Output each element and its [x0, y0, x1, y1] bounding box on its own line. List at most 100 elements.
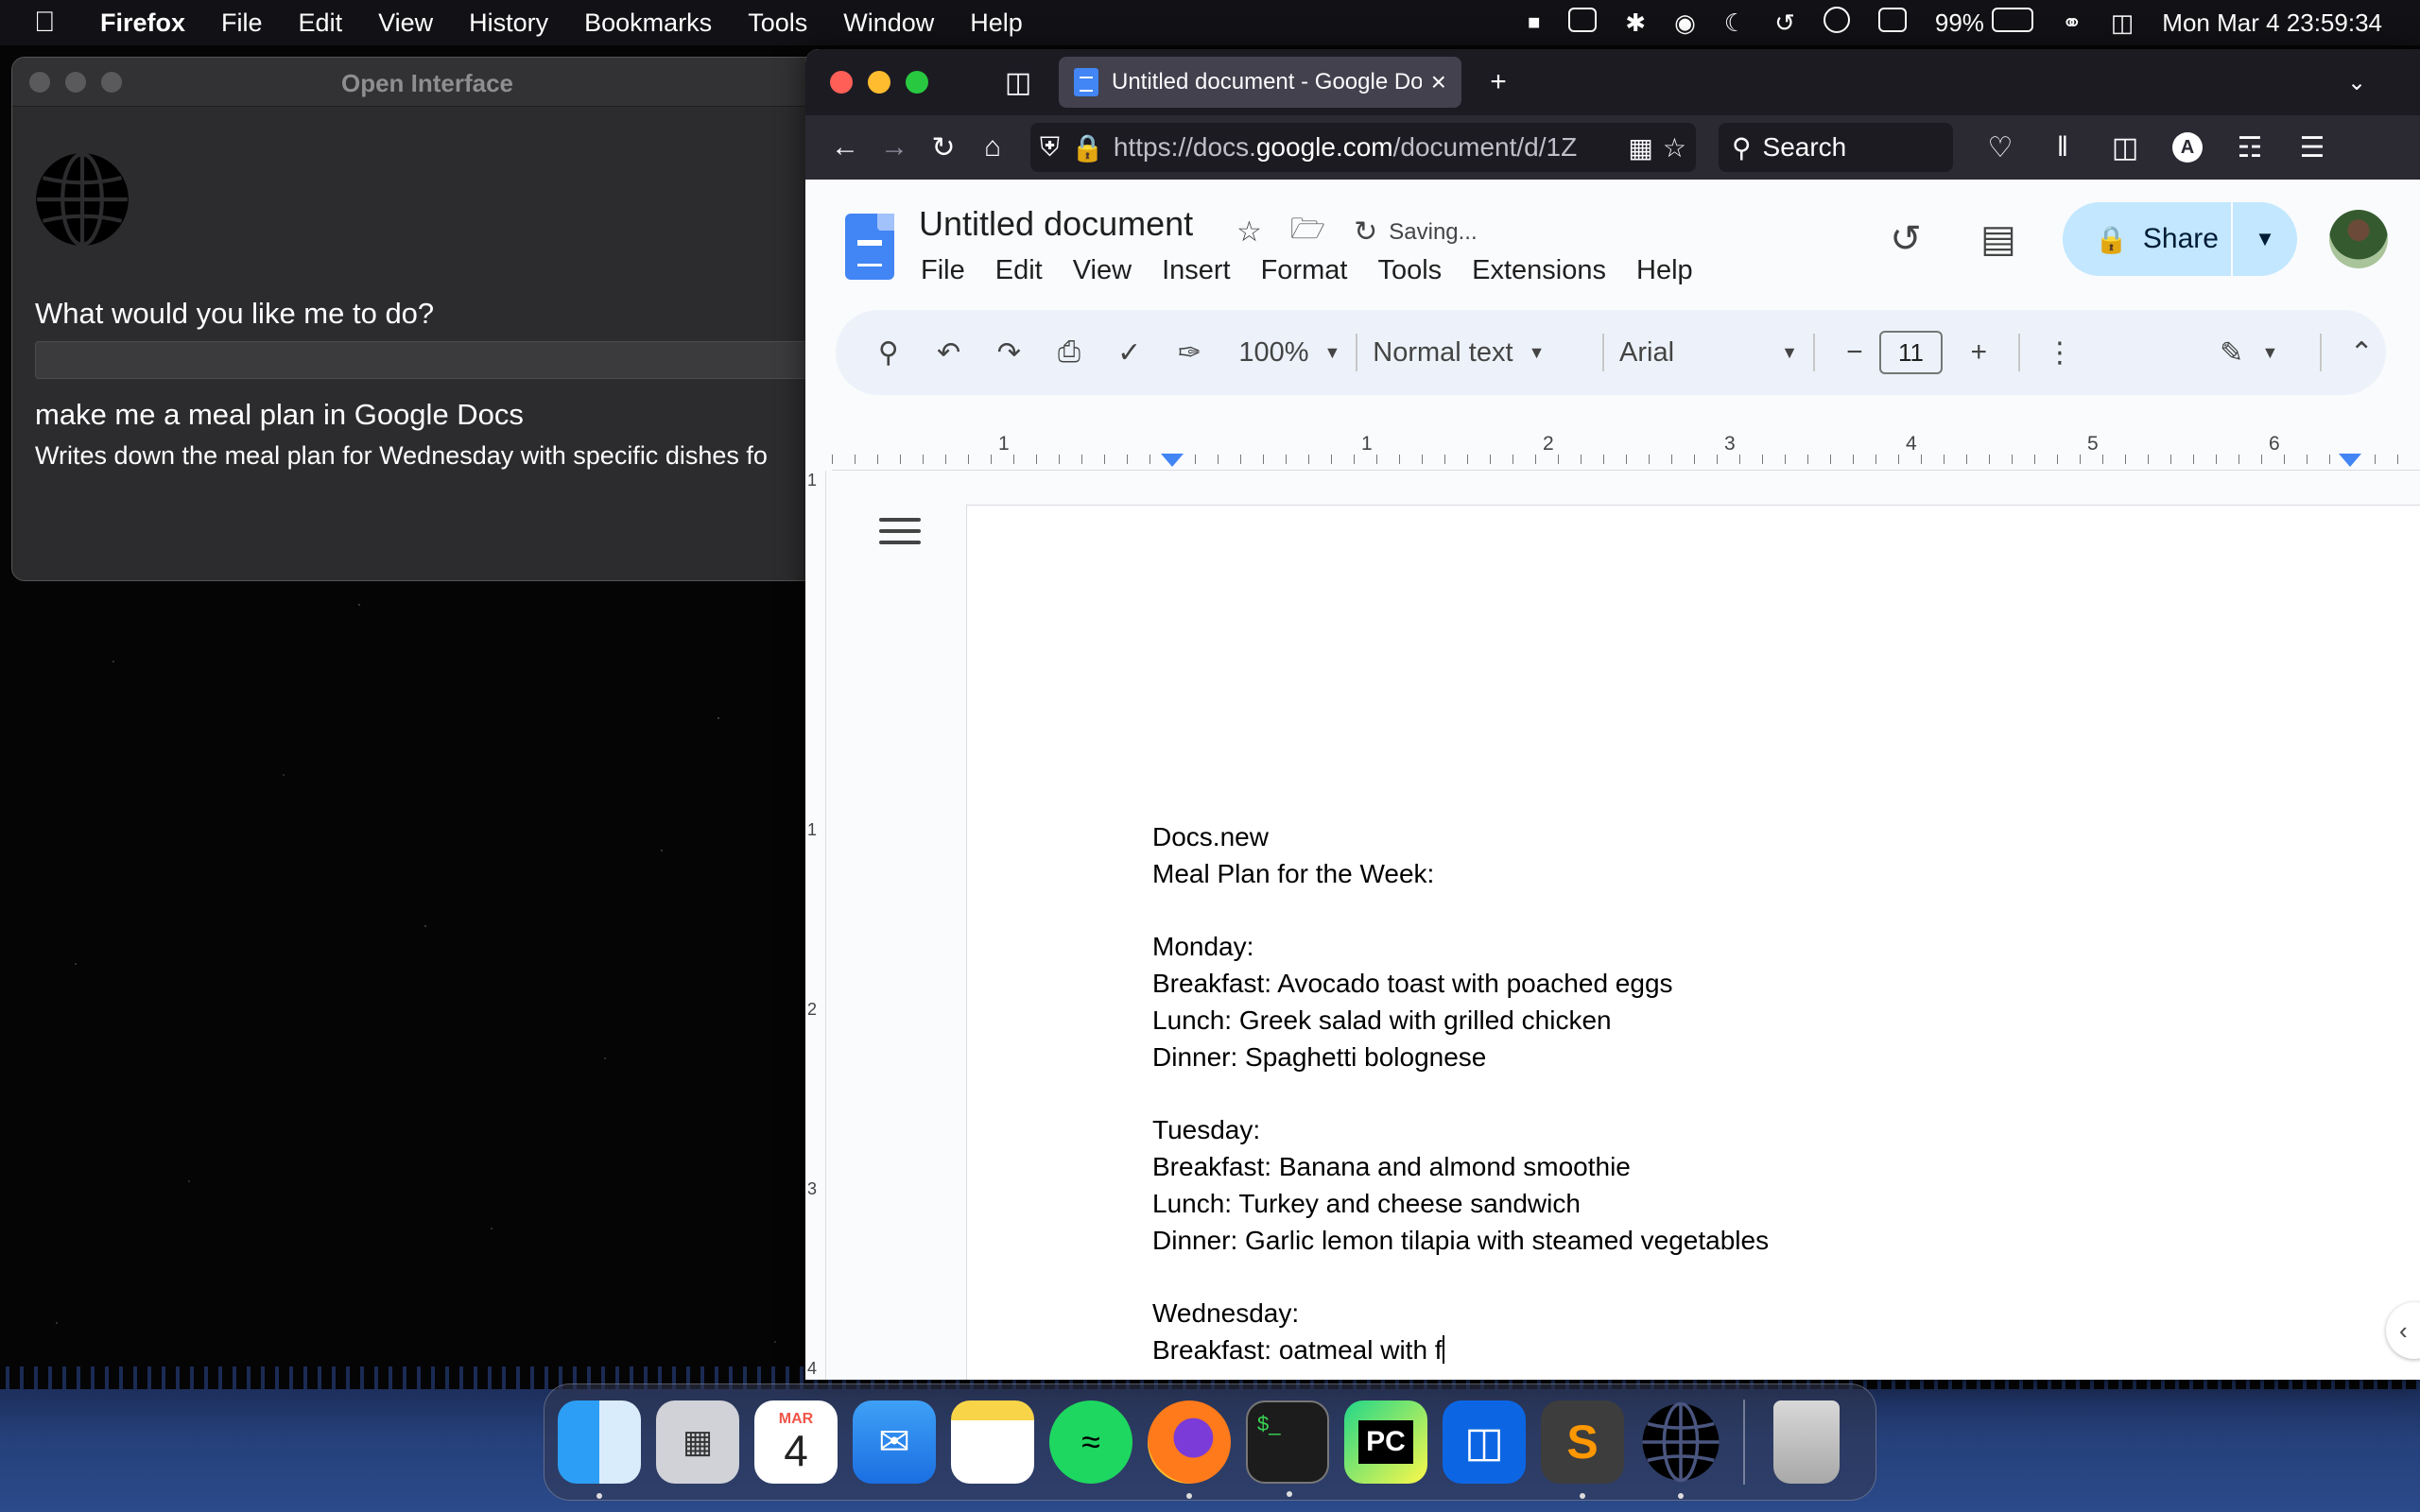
user-icon[interactable] — [1823, 6, 1850, 40]
spotify-icon[interactable]: ≈ — [1049, 1400, 1132, 1484]
headphones-icon[interactable]: ⚭ — [2062, 9, 2083, 38]
docs-menu-format[interactable]: Format — [1261, 255, 1348, 286]
app-menu-icon[interactable]: ☰ — [2288, 123, 2337, 172]
trello-icon[interactable]: ◫ — [1443, 1400, 1526, 1484]
right-indent-marker[interactable] — [2339, 454, 2361, 467]
menubar-clock[interactable]: Mon Mar 4 23:59:34 — [2162, 9, 2382, 38]
comments-icon[interactable]: ▤ — [1970, 211, 2027, 267]
avatar[interactable] — [2329, 210, 2388, 268]
firefox-icon[interactable] — [1148, 1400, 1231, 1499]
share-button[interactable]: 🔒 Share ▼ — [2063, 202, 2297, 276]
menu-app-name[interactable]: Firefox — [100, 9, 185, 38]
calendar-icon[interactable]: MAR 4 — [754, 1400, 838, 1484]
redo-icon[interactable]: ↷ — [984, 328, 1033, 377]
focus-moon-icon[interactable]: ☾ — [1724, 9, 1746, 38]
memory-icon[interactable] — [1877, 7, 1907, 39]
time-machine-icon[interactable]: ↺ — [1774, 9, 1795, 38]
menu-history[interactable]: History — [469, 9, 548, 38]
document-line[interactable] — [1152, 893, 1769, 930]
paragraph-style-select[interactable]: Normal text ▼ — [1373, 337, 1587, 369]
menu-window[interactable]: Window — [843, 9, 934, 38]
docs-menu-insert[interactable]: Insert — [1162, 255, 1231, 286]
undo-icon[interactable]: ↶ — [925, 328, 974, 377]
paint-format-icon[interactable]: ✑ — [1166, 328, 1215, 377]
more-options-icon[interactable]: ⋮ — [2035, 328, 2084, 377]
docs-menu-help[interactable]: Help — [1636, 255, 1693, 286]
document-line[interactable]: Monday: — [1152, 929, 1769, 966]
firefox-view-icon[interactable]: ◫ — [994, 59, 1042, 106]
zoom-select[interactable]: 100% ▼ — [1238, 337, 1340, 369]
menu-help[interactable]: Help — [970, 9, 1023, 38]
mail-icon[interactable]: ✉ — [853, 1400, 936, 1484]
sidebar-icon[interactable]: ◫ — [2100, 123, 2150, 172]
font-select[interactable]: Arial ▼ — [1619, 337, 1798, 369]
stop-recording-icon[interactable]: ⏹ — [1528, 8, 1540, 38]
editing-mode-icon[interactable]: ✎ — [2207, 328, 2256, 377]
minimize-window-button[interactable] — [868, 71, 890, 94]
prompt-input[interactable] — [35, 341, 842, 379]
outline-list-icon[interactable] — [879, 518, 921, 556]
close-window-button[interactable] — [830, 71, 853, 94]
reload-icon[interactable]: ↻ — [919, 123, 968, 172]
document-line[interactable] — [1152, 1076, 1769, 1113]
trash-icon[interactable] — [1773, 1400, 1840, 1484]
document-line[interactable]: Docs.new — [1152, 819, 1769, 856]
zoom-window-button[interactable] — [906, 71, 928, 94]
menu-edit[interactable]: Edit — [299, 9, 343, 38]
move-folder-icon[interactable]: 🗁 — [1290, 208, 1325, 256]
vertical-ruler[interactable]: 1 1 2 3 4 — [805, 471, 826, 1380]
tab-close-icon[interactable]: × — [1431, 67, 1446, 97]
horizontal-ruler[interactable]: 11234567 — [832, 433, 2420, 471]
pycharm-icon[interactable]: PC — [1344, 1400, 1427, 1484]
account-icon[interactable]: A — [2163, 123, 2212, 172]
list-tabs-icon[interactable]: ⌄ — [2333, 59, 2380, 106]
launchpad-icon[interactable]: ▦ — [656, 1400, 739, 1484]
library-icon[interactable]: ‖ — [2038, 123, 2087, 172]
notes-icon[interactable] — [951, 1400, 1034, 1484]
bookmark-star-icon[interactable]: ☆ — [1663, 132, 1686, 163]
shield-icon[interactable]: ⛨ — [1040, 132, 1060, 163]
lock-icon[interactable]: 🔒 — [1071, 132, 1104, 163]
document-body[interactable]: Docs.new Meal Plan for the Week: Monday: Br… — [1152, 819, 1769, 1369]
sublime-text-icon[interactable]: S — [1541, 1400, 1624, 1499]
control-center-icon[interactable]: ◫ — [2111, 9, 2135, 38]
home-icon[interactable]: ⌂ — [968, 123, 1017, 172]
document-title[interactable]: Untitled document — [919, 204, 1193, 244]
left-indent-marker[interactable] — [1161, 454, 1184, 467]
docs-menu-view[interactable]: View — [1073, 255, 1132, 286]
document-line[interactable] — [1152, 1260, 1769, 1297]
forward-icon[interactable]: → — [870, 123, 919, 172]
version-history-icon[interactable]: ↺ — [1877, 211, 1934, 267]
docs-logo-icon[interactable] — [845, 214, 894, 280]
menu-view[interactable]: View — [378, 9, 433, 38]
apple-icon[interactable]:  — [34, 7, 68, 39]
url-bar[interactable]: ⛨ 🔒 https://docs.google.com/document/d/1… — [1030, 123, 1696, 172]
docs-menu-extensions[interactable]: Extensions — [1472, 255, 1606, 286]
hide-menus-chevron-icon[interactable]: ⌃ — [2337, 328, 2386, 377]
document-line[interactable]: Breakfast: Banana and almond smoothie — [1152, 1149, 1769, 1186]
new-tab-icon[interactable]: + — [1475, 59, 1522, 106]
document-line[interactable]: Meal Plan for the Week: — [1152, 856, 1769, 893]
finder-icon[interactable] — [558, 1400, 641, 1499]
document-line[interactable]: Lunch: Greek salad with grilled chicken — [1152, 1003, 1769, 1040]
pocket-icon[interactable]: ♡ — [1976, 123, 2025, 172]
docs-menu-tools[interactable]: Tools — [1377, 255, 1442, 286]
tab-google-docs[interactable]: Untitled document - Google Docs × — [1059, 57, 1461, 108]
increase-font-size-icon[interactable]: + — [1954, 328, 2003, 377]
search-box[interactable]: ⚲ Search — [1719, 123, 1953, 172]
share-dropdown-icon[interactable]: ▼ — [2233, 227, 2297, 251]
document-page[interactable]: Docs.new Meal Plan for the Week: Monday: Br… — [966, 505, 2420, 1380]
spellcheck-icon[interactable]: ✓ — [1105, 328, 1154, 377]
menu-file[interactable]: File — [221, 9, 263, 38]
document-line[interactable]: Breakfast: oatmeal with f — [1152, 1332, 1769, 1369]
editing-mode-dropdown-icon[interactable]: ▼ — [2261, 343, 2278, 363]
back-icon[interactable]: ← — [821, 123, 870, 172]
battery-icon[interactable] — [1991, 7, 2033, 39]
print-icon[interactable]: ⎙ — [1045, 328, 1094, 377]
document-line[interactable]: Tuesday: — [1152, 1112, 1769, 1149]
document-line[interactable]: Dinner: Garlic lemon tilapia with steame… — [1152, 1223, 1769, 1260]
wifi-icon[interactable]: ◉ — [1674, 9, 1696, 38]
docs-menu-file[interactable]: File — [921, 255, 965, 286]
document-line[interactable]: Breakfast: Avocado toast with poached eg… — [1152, 966, 1769, 1003]
terminal-icon[interactable]: $_ — [1246, 1400, 1329, 1497]
